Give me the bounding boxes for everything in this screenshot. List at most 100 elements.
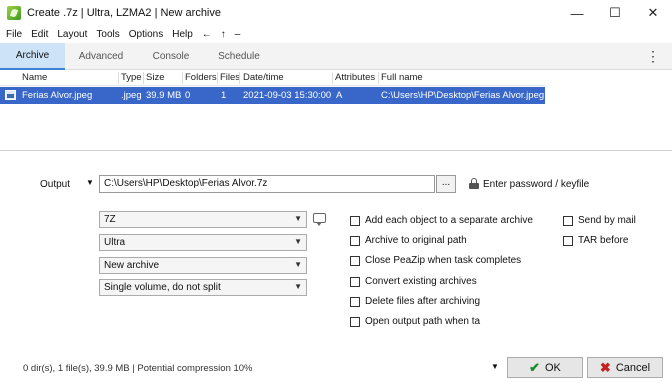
cancel-x-icon: ✖: [599, 359, 611, 375]
checkbox-label: TAR before: [578, 235, 629, 246]
cancel-button[interactable]: ✖ Cancel: [587, 357, 663, 378]
menu-tools[interactable]: Tools: [96, 29, 119, 40]
checkbox-box[interactable]: [350, 276, 360, 287]
column-separator[interactable]: [118, 72, 119, 84]
tab-bar: Archive Advanced Console Schedule ⋮: [0, 43, 672, 70]
menu-bar: File Edit Layout Tools Options Help ← ↑ …: [0, 26, 672, 42]
column-folders[interactable]: Folders: [185, 72, 217, 83]
checkbox-box[interactable]: [350, 255, 360, 266]
output-label: Output: [40, 179, 71, 190]
archive-original-checkbox[interactable]: Archive to original path: [350, 235, 467, 246]
minimize-button[interactable]: —: [558, 0, 596, 26]
file-folders: 0: [185, 90, 191, 101]
chevron-down-icon: ▼: [294, 237, 302, 246]
close-peazip-checkbox[interactable]: Close PeaZip when task completes: [350, 255, 521, 266]
column-type[interactable]: Type: [121, 72, 142, 83]
chevron-down-icon: ▼: [294, 260, 302, 269]
checkbox-box[interactable]: [563, 215, 573, 226]
menu-layout[interactable]: Layout: [57, 29, 87, 40]
comment-icon[interactable]: [313, 213, 326, 226]
column-separator[interactable]: [378, 72, 379, 84]
file-list-header: Name Type Size Folders Files Date/time A…: [0, 70, 545, 86]
checkbox-box[interactable]: [350, 296, 360, 307]
more-options-icon[interactable]: ⋮: [646, 49, 660, 63]
column-separator[interactable]: [143, 72, 144, 84]
format-select[interactable]: 7Z ▼: [99, 211, 307, 228]
checkbox-label: Close PeaZip when task completes: [365, 255, 522, 266]
menu-help[interactable]: Help: [172, 29, 193, 40]
checkbox-label: Send by mail: [578, 215, 636, 226]
minus-icon[interactable]: –: [235, 29, 241, 40]
tab-advanced[interactable]: Advanced: [67, 43, 135, 70]
peazip-logo-icon: [7, 6, 21, 20]
tab-console[interactable]: Console: [138, 43, 204, 70]
lock-icon[interactable]: [469, 178, 479, 189]
file-type: .jpeg: [121, 90, 142, 101]
window-title: Create .7z | Ultra, LZMA2 | New archive: [27, 7, 221, 19]
menu-options[interactable]: Options: [129, 29, 163, 40]
status-text: 0 dir(s), 1 file(s), 39.9 MB | Potential…: [23, 363, 253, 374]
output-path-field[interactable]: C:\Users\HP\Desktop\Ferias Alvor.7z: [99, 175, 435, 193]
column-attributes[interactable]: Attributes: [335, 72, 375, 83]
checkbox-box[interactable]: [350, 215, 360, 226]
ok-label: OK: [545, 361, 561, 374]
column-name[interactable]: Name: [22, 72, 47, 83]
close-button[interactable]: ✕: [634, 0, 672, 26]
chevron-down-icon: ▼: [294, 214, 302, 223]
menu-file[interactable]: File: [6, 29, 22, 40]
mode-select[interactable]: New archive ▼: [99, 257, 307, 274]
maximize-button[interactable]: ☐: [596, 0, 634, 26]
open-output-checkbox[interactable]: Open output path when ta: [350, 316, 480, 327]
level-value: Ultra: [104, 237, 126, 248]
chevron-down-icon: ▼: [294, 282, 302, 291]
convert-existing-checkbox[interactable]: Convert existing archives: [350, 276, 477, 287]
checkbox-label: Archive to original path: [365, 235, 467, 246]
checkmark-icon: ✔: [529, 359, 540, 375]
column-full-name[interactable]: Full name: [381, 72, 423, 83]
tab-schedule[interactable]: Schedule: [206, 43, 272, 70]
menu-edit[interactable]: Edit: [31, 29, 48, 40]
delete-after-checkbox[interactable]: Delete files after archiving: [350, 296, 480, 307]
cancel-label: Cancel: [615, 361, 651, 374]
file-files: 1: [221, 90, 227, 101]
file-attributes: A: [336, 90, 343, 101]
file-name: Ferias Alvor.jpeg: [22, 90, 93, 101]
title-bar: Create .7z | Ultra, LZMA2 | New archive …: [0, 0, 672, 26]
checkbox-label: Add each object to a separate archive: [365, 215, 533, 226]
tab-archive[interactable]: Archive: [0, 43, 65, 70]
ok-options-dropdown-icon[interactable]: ▼: [491, 362, 499, 371]
mode-value: New archive: [104, 260, 160, 271]
file-full-name: C:\Users\HP\Desktop\Ferias Alvor.jpeg: [381, 90, 544, 101]
browse-button[interactable]: ...: [436, 175, 456, 193]
add-separate-checkbox[interactable]: Add each object to a separate archive: [350, 215, 533, 226]
output-dropdown-icon[interactable]: ▼: [86, 178, 94, 187]
checkbox-label: Convert existing archives: [365, 276, 477, 287]
back-arrow-icon[interactable]: ←: [202, 29, 212, 40]
split-value: Single volume, do not split: [104, 282, 221, 293]
checkbox-label: Delete files after archiving: [365, 296, 481, 307]
ok-button[interactable]: ✔ OK: [507, 357, 583, 378]
column-separator[interactable]: [182, 72, 183, 84]
checkbox-label: Open output path when ta: [365, 316, 481, 327]
checkbox-box[interactable]: [350, 316, 360, 327]
tar-before-checkbox[interactable]: TAR before: [563, 235, 628, 246]
column-datetime[interactable]: Date/time: [243, 72, 284, 83]
column-files[interactable]: Files: [220, 72, 240, 83]
level-select[interactable]: Ultra ▼: [99, 234, 307, 251]
column-size[interactable]: Size: [146, 72, 164, 83]
file-row[interactable]: Ferias Alvor.jpeg .jpeg 39.9 MB 0 1 2021…: [0, 87, 545, 104]
checkbox-box[interactable]: [350, 235, 360, 246]
up-arrow-icon[interactable]: ↑: [221, 29, 226, 40]
file-size: 39.9 MB: [146, 90, 182, 101]
image-file-icon: [5, 90, 16, 100]
checkbox-box[interactable]: [563, 235, 573, 246]
password-link[interactable]: Enter password / keyfile: [483, 179, 589, 190]
column-separator[interactable]: [217, 72, 218, 84]
file-datetime: 2021-09-03 15:30:00: [243, 90, 332, 101]
send-mail-checkbox[interactable]: Send by mail: [563, 215, 636, 226]
column-separator[interactable]: [239, 72, 240, 84]
panel-divider[interactable]: [0, 150, 672, 151]
column-separator[interactable]: [332, 72, 333, 84]
format-value: 7Z: [104, 214, 116, 225]
split-select[interactable]: Single volume, do not split ▼: [99, 279, 307, 296]
